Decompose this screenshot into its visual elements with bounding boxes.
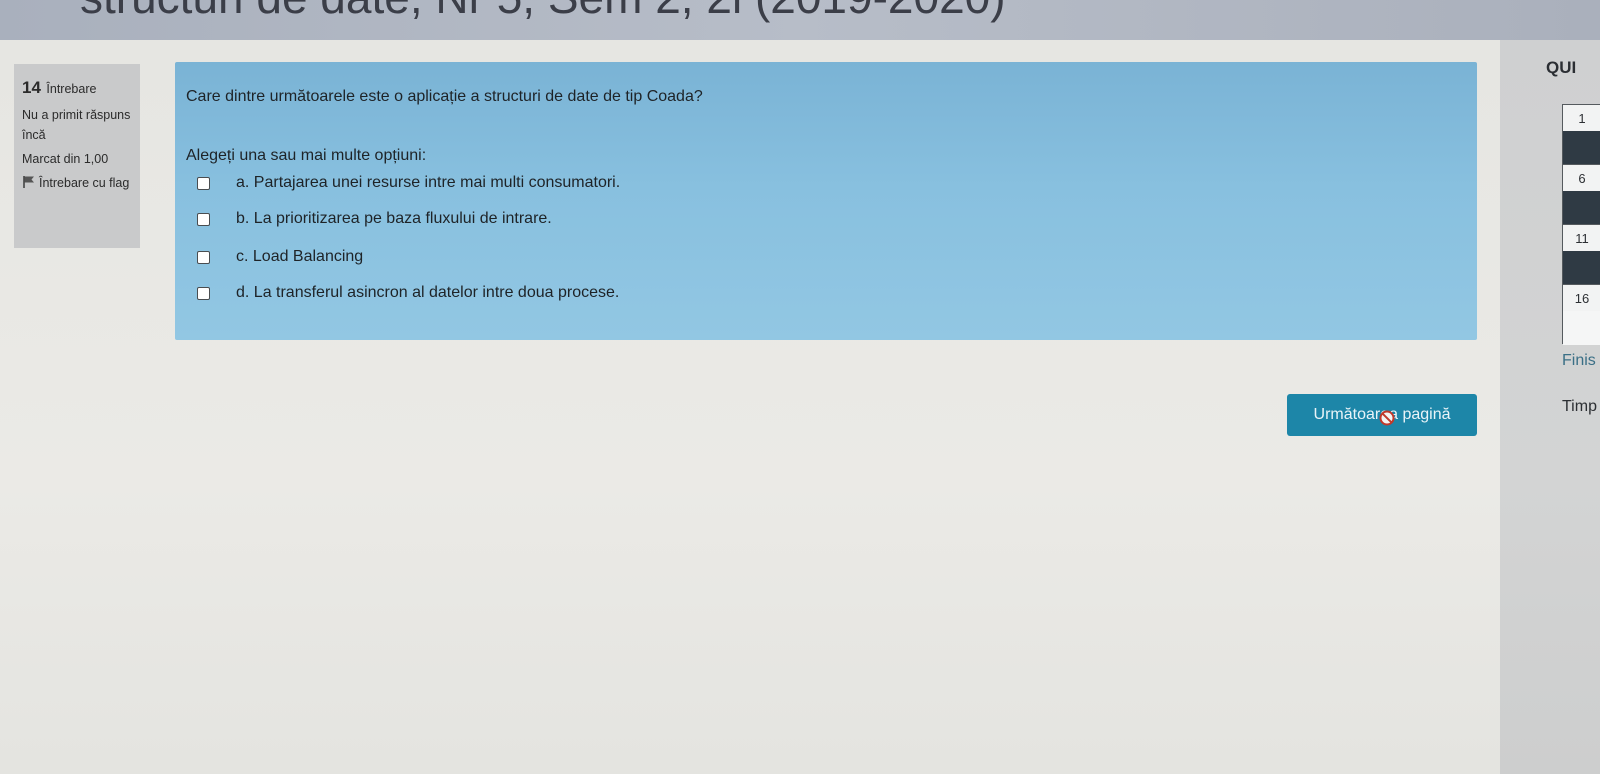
question-mark: Marcat din 1,00 [22, 152, 109, 167]
flag-question-toggle[interactable]: Întrebare cu flag [22, 173, 132, 193]
answer-label-b[interactable]: b. La prioritizarea pe baza fluxului de … [236, 210, 552, 228]
question-panel: Care dintre următoarele este o aplicație… [175, 62, 1477, 340]
time-left-label: Timp [1562, 398, 1597, 415]
answer-label-d[interactable]: d. La transferul asincron al datelor int… [236, 284, 619, 302]
answer-option-b[interactable]: b. La prioritizarea pe baza fluxului de … [197, 210, 552, 228]
answer-label-a[interactable]: a. Partajarea unei resurse intre mai mul… [236, 174, 620, 192]
nav-answered-indicator [1563, 191, 1600, 225]
answer-checkbox-d[interactable] [197, 286, 210, 300]
nav-answered-indicator [1563, 131, 1600, 165]
nav-question-16[interactable]: 16 [1562, 284, 1600, 345]
question-number-word: Întrebare [46, 82, 97, 96]
nav-question-1[interactable]: 1 [1562, 104, 1600, 165]
not-allowed-cursor-icon [1379, 410, 1395, 426]
next-page-button[interactable]: Următoarea pagină [1287, 394, 1477, 436]
question-text: Care dintre următoarele este o aplicație… [186, 88, 703, 105]
page-banner: structuri de date, Nr 5, Sem 2, 2i (2019… [0, 0, 1600, 40]
flag-question-label[interactable]: Întrebare cu flag [39, 173, 129, 193]
question-info-box: 14 Întrebare Nu a primit răspuns încă Ma… [14, 64, 140, 248]
nav-question-11[interactable]: 11 [1562, 224, 1600, 285]
nav-question-number[interactable]: 1 [1563, 105, 1600, 131]
answer-checkbox-c[interactable] [197, 250, 210, 264]
answer-option-a[interactable]: a. Partajarea unei resurse intre mai mul… [197, 174, 620, 192]
answer-status: Nu a primit răspuns încă [22, 108, 131, 143]
answer-option-d[interactable]: d. La transferul asincron al datelor int… [197, 284, 619, 302]
nav-question-number[interactable]: 16 [1563, 285, 1600, 311]
question-number: 14 [22, 78, 41, 97]
nav-question-number[interactable]: 6 [1563, 165, 1600, 191]
finish-attempt-link[interactable]: Finis [1562, 352, 1596, 370]
answer-checkbox-b[interactable] [197, 212, 210, 226]
nav-unanswered-indicator [1563, 311, 1600, 345]
answer-prompt: Alegeți una sau mai multe opțiuni: [186, 147, 427, 164]
answer-option-c[interactable]: c. Load Balancing [197, 248, 363, 266]
flag-icon[interactable] [22, 175, 36, 189]
nav-question-6[interactable]: 6 [1562, 164, 1600, 225]
nav-answered-indicator [1563, 251, 1600, 285]
banner-title: structuri de date, Nr 5, Sem 2, 2i (2019… [80, 0, 1006, 24]
answer-checkbox-a[interactable] [197, 176, 210, 190]
answer-label-c[interactable]: c. Load Balancing [236, 248, 363, 266]
question-number-line: 14 Întrebare [22, 74, 132, 101]
nav-question-number[interactable]: 11 [1563, 225, 1600, 251]
quiz-navigation-title: QUI [1546, 58, 1577, 77]
